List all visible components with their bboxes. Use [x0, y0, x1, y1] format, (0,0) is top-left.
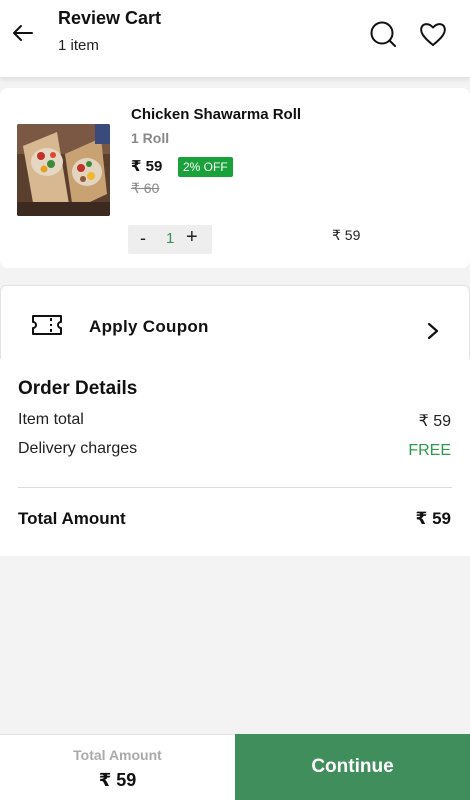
item-count: 1 item [58, 37, 99, 54]
product-variant: 1 Roll [131, 130, 170, 146]
checkout-footer: Total Amount ₹ 59 Continue [0, 734, 470, 800]
total-amount-value: ₹ 59 [415, 509, 451, 528]
apply-coupon-button[interactable]: Apply Coupon [0, 285, 470, 359]
heart-icon [420, 23, 446, 46]
order-details-section: Order Details Item total ₹ 59 Delivery c… [0, 359, 470, 556]
item-line-total: ₹ 59 [332, 227, 361, 243]
divider [18, 487, 452, 488]
quantity-value: 1 [166, 230, 175, 247]
product-price: ₹ 59 [131, 158, 163, 175]
footer-total-label: Total Amount [73, 747, 162, 763]
page-title: Review Cart [58, 8, 162, 28]
search-button[interactable] [368, 19, 398, 49]
item-total-value: ₹ 59 [418, 413, 451, 430]
footer-total: Total Amount ₹ 59 [0, 734, 235, 800]
wishlist-button[interactable] [418, 19, 448, 49]
app-header: Review Cart 1 item [0, 0, 470, 78]
product-name: Chicken Shawarma Roll [131, 106, 302, 123]
continue-button[interactable]: Continue [235, 734, 470, 800]
quantity-stepper: - 1 + [128, 225, 212, 254]
product-mrp: ₹ 60 [131, 180, 160, 196]
item-total-label: Item total [18, 411, 84, 428]
decrease-quantity-button[interactable]: - [140, 228, 146, 249]
increase-quantity-button[interactable]: + [186, 226, 198, 249]
delivery-charges-label: Delivery charges [18, 440, 138, 457]
arrow-left-icon [13, 25, 33, 41]
back-button[interactable] [10, 20, 36, 46]
discount-badge: 2% OFF [178, 157, 233, 177]
apply-coupon-label: Apply Coupon [89, 317, 209, 336]
footer-total-value: ₹ 59 [98, 770, 137, 790]
delivery-charges-value: FREE [408, 442, 451, 459]
coupon-ticket-icon [32, 315, 62, 335]
chevron-right-icon [427, 322, 439, 340]
cart-item-card: Chicken Shawarma Roll 1 Roll ₹ 59 2% OFF… [0, 88, 470, 268]
order-details-heading: Order Details [18, 378, 138, 399]
product-image [17, 124, 110, 216]
search-icon [370, 21, 396, 47]
total-amount-label: Total Amount [18, 509, 126, 528]
